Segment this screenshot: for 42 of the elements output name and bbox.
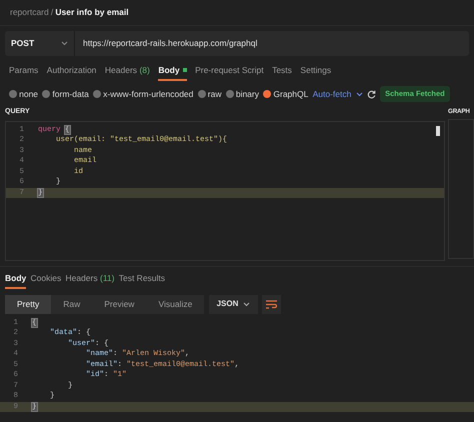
auto-fetch-dropdown[interactable]: Auto-fetch	[312, 88, 363, 100]
request-bar[interactable]: POST https://reportcard-rails.herokuapp.com/graphql	[5, 31, 469, 56]
wrap-button[interactable]	[262, 294, 281, 314]
wrap-lines-icon	[266, 300, 277, 308]
refresh-icon[interactable]	[366, 90, 376, 98]
format-dropdown[interactable]: JSON	[208, 294, 258, 314]
breadcrumb-separator: /	[50, 6, 54, 19]
request-tab[interactable]: Tests	[272, 64, 292, 82]
radio-button[interactable]	[263, 90, 272, 98]
url-field[interactable]: https://reportcard-rails.herokuapp.com/graphql	[75, 37, 469, 50]
request-tab[interactable]: Authorization	[46, 64, 96, 82]
radio-button[interactable]	[93, 90, 102, 98]
request-title: User info by email	[55, 6, 129, 19]
request-tab[interactable]: Settings	[300, 64, 332, 82]
method-dropdown[interactable]: POST	[5, 31, 75, 56]
view-mode-tab[interactable]: Raw	[51, 294, 92, 314]
request-tab[interactable]: Pre-request Script	[195, 64, 264, 82]
request-tab[interactable]: Params	[9, 64, 38, 82]
radio-label[interactable]: form-data	[52, 88, 89, 100]
view-mode-tab[interactable]: Preview	[92, 294, 146, 314]
request-tab[interactable]: Headers (8)	[104, 64, 150, 82]
request-tab[interactable]: Body	[158, 64, 187, 82]
chevron-icon	[242, 302, 250, 306]
response-tab[interactable]: Cookies	[30, 272, 62, 290]
scrollbar[interactable]	[436, 126, 440, 136]
response-tab[interactable]: Body	[5, 272, 26, 290]
radio-label[interactable]: GraphQL	[273, 88, 308, 100]
chevron-icon	[61, 41, 68, 46]
response-tab[interactable]: Test Results	[118, 272, 166, 290]
radio-button[interactable]	[9, 90, 17, 98]
view-mode-tab[interactable]: Pretty	[5, 294, 52, 314]
response-tab[interactable]: Headers (11)	[65, 272, 114, 290]
radio-button[interactable]	[226, 90, 234, 98]
radio-label[interactable]: none	[19, 88, 38, 100]
radio-label[interactable]: raw	[208, 88, 222, 100]
radio-button[interactable]	[198, 90, 206, 98]
radio-label[interactable]: x-www-form-urlencoded	[103, 88, 194, 100]
radio-button[interactable]	[42, 90, 50, 98]
radio-label[interactable]: binary	[236, 88, 259, 100]
breadcrumb-collection[interactable]: reportcard	[10, 6, 49, 19]
view-mode-tab[interactable]: Visualize	[146, 294, 204, 314]
chevron-icon	[356, 92, 363, 96]
